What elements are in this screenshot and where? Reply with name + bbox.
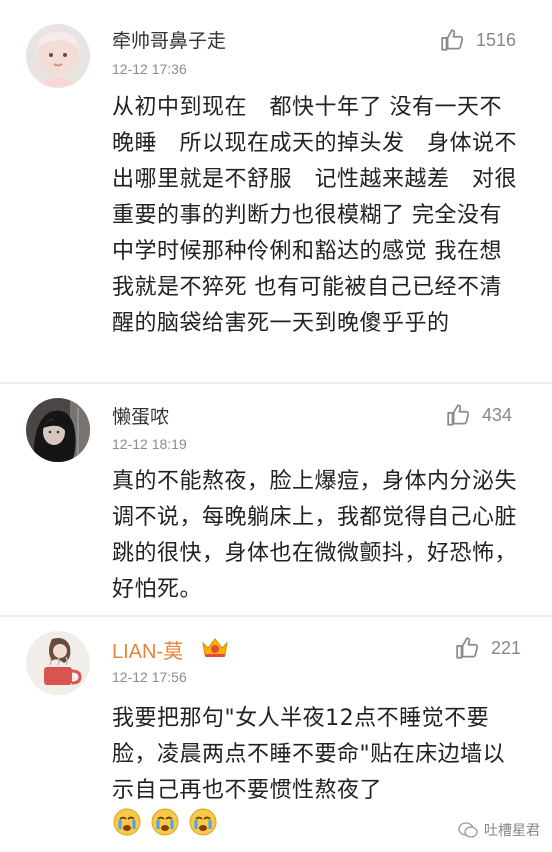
crying-face-icon bbox=[151, 808, 179, 836]
timestamp: 12-12 17:36 bbox=[112, 61, 187, 77]
comment-item: 牵帅哥鼻子走 12-12 17:36 1516 从初中到现在 都快十年了 没有一… bbox=[0, 0, 552, 382]
vip-crown-icon bbox=[200, 635, 230, 659]
emoji-row bbox=[112, 807, 218, 837]
thumbs-up-icon bbox=[441, 29, 464, 51]
crying-face-icon bbox=[113, 808, 141, 836]
timestamp: 12-12 17:56 bbox=[112, 669, 187, 685]
crying-face-icon bbox=[189, 808, 217, 836]
thumbs-up-icon bbox=[447, 404, 470, 426]
avatar[interactable] bbox=[26, 24, 90, 88]
like-button[interactable]: 221 bbox=[455, 634, 521, 662]
comment-text: 我要把那句"女人半夜12点不睡觉不要脸，凌晨两点不睡不要命"贴在床边墙以示自己再… bbox=[112, 706, 506, 803]
comment-text: 从初中到现在 都快十年了 没有一天不晚睡 所以现在成天的掉头发 身体说不出哪里就… bbox=[112, 95, 518, 336]
watermark: 吐槽星君 bbox=[458, 820, 540, 840]
comment-item: LIAN-莫 12-12 17:56 221 我要把那句"女人半夜12点不睡觉不… bbox=[0, 617, 552, 852]
like-button[interactable]: 434 bbox=[446, 401, 512, 429]
like-count: 221 bbox=[491, 637, 522, 658]
avatar[interactable] bbox=[26, 631, 90, 695]
timestamp: 12-12 18:19 bbox=[112, 436, 187, 452]
avatar[interactable] bbox=[26, 398, 90, 462]
wechat-icon bbox=[458, 822, 478, 838]
username[interactable]: 懒蛋哝 bbox=[112, 402, 169, 429]
thumbs-up-icon bbox=[456, 637, 479, 659]
watermark-text: 吐槽星君 bbox=[484, 823, 540, 839]
like-count: 1516 bbox=[476, 29, 517, 50]
like-count: 434 bbox=[482, 404, 513, 425]
comment-text: 真的不能熬夜，脸上爆痘，身体内分泌失调不说，每晚躺床上，我都觉得自己心脏跳的很快… bbox=[112, 469, 518, 602]
comment-item: 懒蛋哝 12-12 18:19 434 真的不能熬夜，脸上爆痘，身体内分泌失调不… bbox=[0, 384, 552, 615]
username[interactable]: 牵帅哥鼻子走 bbox=[112, 26, 226, 53]
username[interactable]: LIAN-莫 bbox=[112, 635, 183, 664]
like-button[interactable]: 1516 bbox=[440, 26, 516, 54]
